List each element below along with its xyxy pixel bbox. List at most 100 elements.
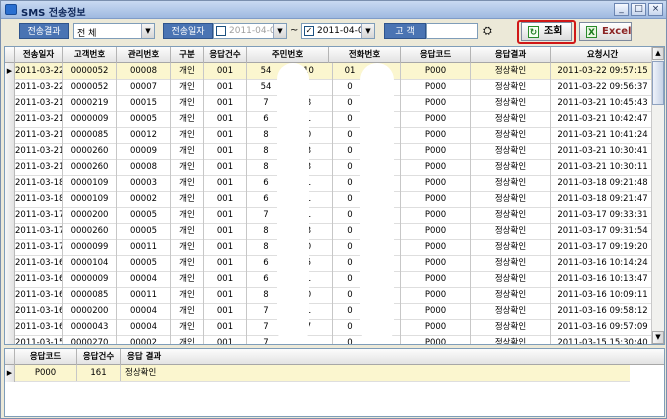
table-cell: 정상확인 xyxy=(471,223,551,239)
row-selector[interactable] xyxy=(5,207,15,224)
table-cell: 001 xyxy=(204,127,247,143)
table-row[interactable]: 2011-03-16000020000004개인001710P000정상확인20… xyxy=(5,303,655,320)
excel-button[interactable]: X Excel xyxy=(579,22,632,41)
table-cell: 0000260 xyxy=(63,159,117,175)
table-row[interactable]: 2011-03-21000000900005개인001610P000정상확인20… xyxy=(5,111,655,128)
column-header[interactable]: 고객번호 xyxy=(63,47,117,63)
table-cell: 2011-03-18 09:21:47 xyxy=(551,191,655,207)
row-selector[interactable] xyxy=(5,127,15,144)
row-selector[interactable] xyxy=(5,335,15,344)
table-cell: 개인 xyxy=(171,159,204,175)
maximize-button[interactable]: □ xyxy=(631,3,646,16)
table-row[interactable]: 2011-03-17000009900011개인0018009P000정상확인2… xyxy=(5,239,655,256)
row-selector[interactable] xyxy=(5,95,15,112)
date-from-picker[interactable]: 2011-04-06 ▼ xyxy=(213,23,287,39)
table-cell: 2011-03-21 xyxy=(15,143,63,159)
row-selector[interactable] xyxy=(5,255,15,272)
table-row[interactable]: 2011-03-22 0000052 00007 개인 001 54 0 P000 정상확인 20… xyxy=(5,79,655,96)
row-selector[interactable] xyxy=(5,239,15,256)
column-header[interactable]: 전송일자 xyxy=(15,47,63,63)
summary-column-header[interactable]: 응답건수 xyxy=(77,349,121,365)
table-row[interactable]: 2011-03-21000026000009개인001830P000정상확인20… xyxy=(5,143,655,160)
scroll-up-arrow-icon[interactable]: ▲ xyxy=(652,47,664,60)
table-cell: 정상확인 xyxy=(471,111,551,127)
customer-input[interactable] xyxy=(426,23,478,39)
scroll-thumb[interactable] xyxy=(652,61,664,105)
table-row[interactable]: 2011-03-18000010900002개인0016104P000정상확인2… xyxy=(5,191,655,208)
table-cell: 2011-03-22 xyxy=(15,63,63,79)
summary-cell: 161 xyxy=(77,365,121,381)
table-row[interactable]: 2011-03-17000026000005개인001830P000정상확인20… xyxy=(5,223,655,240)
table-cell: 2011-03-16 xyxy=(15,287,63,303)
column-header[interactable]: 전화번호 xyxy=(329,47,401,63)
summary-cell: 정상확인 xyxy=(125,368,157,378)
date-label: 전송일자 xyxy=(163,23,213,39)
date-to-picker[interactable]: ✓ 2011-04-06 ▼ xyxy=(301,23,375,39)
column-header[interactable]: 응답결과 xyxy=(471,47,551,63)
table-cell: 0000052 xyxy=(63,79,117,95)
row-selector[interactable]: ▶ xyxy=(5,63,15,80)
column-header[interactable]: 요청시간 xyxy=(551,47,655,63)
column-header[interactable]: 주민번호 xyxy=(247,47,329,63)
table-cell: 2011-03-16 10:09:11 xyxy=(551,287,655,303)
column-header[interactable]: 관리번호 xyxy=(117,47,171,63)
date-from-checkbox[interactable] xyxy=(216,26,226,36)
row-selector[interactable] xyxy=(5,287,15,304)
row-selector[interactable] xyxy=(5,303,15,320)
grid-vertical-scrollbar[interactable]: ▲ ▼ xyxy=(651,47,664,344)
table-row[interactable]: 2011-03-21000008500012개인0018008P000정상확인2… xyxy=(5,127,655,144)
row-selector[interactable] xyxy=(5,79,15,96)
app-icon xyxy=(5,4,17,15)
table-row[interactable]: 2011-03-16000010400005개인0016507P000정상확인2… xyxy=(5,255,655,272)
table-row[interactable]: 2011-03-16000004300004개인0017706P000정상확인2… xyxy=(5,319,655,336)
table-row[interactable]: 2011-03-18000010900003개인0016104P000정상확인2… xyxy=(5,175,655,192)
table-cell: 00005 xyxy=(117,111,171,127)
table-row[interactable]: ▶2011-03-22000005200008개인0015410017P000정… xyxy=(5,63,655,80)
table-row[interactable]: 2011-03-16000008500011개인0018008P000정상확인2… xyxy=(5,287,655,304)
chevron-down-icon[interactable]: ▼ xyxy=(141,24,154,38)
row-selector[interactable]: ▶ xyxy=(5,365,15,382)
table-row[interactable]: 2011-03-21000026000008개인001830P000정상확인20… xyxy=(5,159,655,176)
table-row[interactable]: 2011-03-16000000900004개인001610P000정상확인20… xyxy=(5,271,655,288)
chevron-down-icon[interactable]: ▼ xyxy=(361,24,374,38)
table-cell: 개인 xyxy=(171,143,204,159)
table-row[interactable]: 2011-03-21000021900015개인0017804P000정상확인2… xyxy=(5,95,655,112)
summary-grid[interactable]: 응답코드 응답건수 응답 결과 ▶ P000 161 정상확인 xyxy=(4,348,665,417)
column-header[interactable]: 구분 xyxy=(171,47,204,63)
row-selector[interactable] xyxy=(5,319,15,336)
minimize-button[interactable]: _ xyxy=(614,3,629,16)
date-range-separator: ~ xyxy=(290,25,299,36)
sms-data-grid[interactable]: 전송일자고객번호관리번호구분응답건수주민번호전화번호응답코드응답결과요청시간결 … xyxy=(4,46,665,345)
table-cell: 0000009 xyxy=(63,271,117,287)
summary-column-header[interactable]: 응답코드 xyxy=(15,349,77,365)
summary-column-header[interactable]: 응답 결과 xyxy=(121,349,241,365)
row-selector[interactable] xyxy=(5,159,15,176)
table-cell: 00005 xyxy=(117,207,171,223)
date-to-checkbox[interactable]: ✓ xyxy=(304,26,314,36)
table-row[interactable]: 2011-03-15 0000270 00002 개인 001 7 0 P000 정상확인 201… xyxy=(5,335,655,344)
table-cell: P000 xyxy=(401,287,471,303)
column-header[interactable]: 응답건수 xyxy=(204,47,247,63)
row-selector[interactable] xyxy=(5,223,15,240)
table-cell: 00008 xyxy=(117,159,171,175)
row-selector[interactable] xyxy=(5,111,15,128)
summary-row[interactable]: ▶ P000 161 정상확인 xyxy=(5,365,630,382)
row-selector[interactable] xyxy=(5,175,15,192)
close-button[interactable]: × xyxy=(648,3,663,16)
result-select[interactable]: 전 체 ▼ xyxy=(73,23,155,39)
scroll-down-arrow-icon[interactable]: ▼ xyxy=(652,331,664,344)
row-selector[interactable] xyxy=(5,191,15,208)
table-cell: 정상확인 xyxy=(471,255,551,271)
table-cell: 정상확인 xyxy=(471,319,551,335)
table-cell: 001 xyxy=(204,143,247,159)
column-header[interactable]: 응답코드 xyxy=(401,47,471,63)
table-cell: 00012 xyxy=(117,127,171,143)
excel-button-label: Excel xyxy=(602,26,632,37)
row-selector[interactable] xyxy=(5,271,15,288)
binoculars-icon[interactable]: ⛭ xyxy=(483,24,497,37)
table-cell: 001 xyxy=(204,223,247,239)
table-row[interactable]: 2011-03-17000020000005개인001710P000정상확인20… xyxy=(5,207,655,224)
row-selector[interactable] xyxy=(5,143,15,160)
table-cell: 2011-03-16 xyxy=(15,303,63,319)
chevron-down-icon[interactable]: ▼ xyxy=(273,24,286,38)
